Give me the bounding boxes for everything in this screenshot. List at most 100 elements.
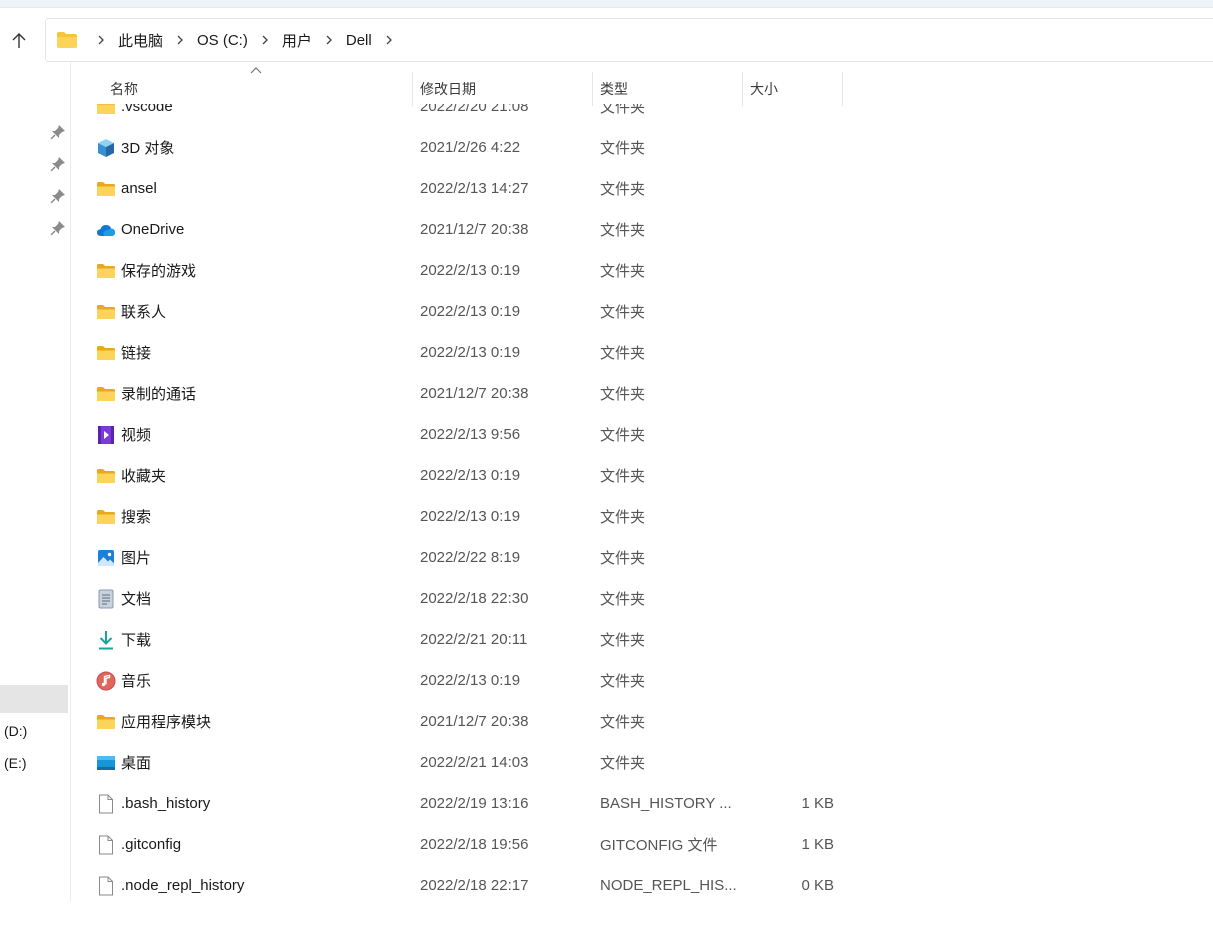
- file-icon: [96, 835, 116, 855]
- file-row[interactable]: 视频 2022/2/13 9:56 文件夹: [72, 414, 872, 455]
- nav-drive-d[interactable]: (D:): [4, 723, 27, 739]
- column-header-size[interactable]: 大小: [750, 72, 778, 106]
- file-row[interactable]: 保存的游戏 2022/2/13 0:19 文件夹: [72, 250, 872, 291]
- file-type: GITCONFIG 文件: [600, 837, 718, 854]
- chevron-right-icon[interactable]: [320, 31, 338, 49]
- file-type: 文件夹: [600, 222, 646, 239]
- file-modified-date: 2022/2/13 0:19: [420, 303, 521, 320]
- file-name: 录制的通话: [121, 386, 197, 403]
- breadcrumb-dell[interactable]: Dell: [342, 32, 376, 49]
- file-modified-date: 2021/12/7 20:38: [420, 713, 529, 730]
- file-modified-date: 2022/2/22 8:19: [420, 549, 521, 566]
- column-header-date[interactable]: 修改日期: [420, 72, 476, 106]
- file-modified-date: 2022/2/13 0:19: [420, 467, 521, 484]
- column-divider[interactable]: [742, 72, 743, 106]
- chevron-right-icon[interactable]: [380, 31, 398, 49]
- chevron-right-icon[interactable]: [256, 31, 274, 49]
- file-name: 文档: [121, 591, 152, 608]
- column-divider[interactable]: [592, 72, 593, 106]
- folder-icon: [57, 32, 77, 48]
- file-name: 搜索: [121, 509, 152, 526]
- column-divider[interactable]: [412, 72, 413, 106]
- navigation-pane: (D:) (E:): [0, 62, 70, 931]
- file-row[interactable]: 链接 2022/2/13 0:19 文件夹: [72, 332, 872, 373]
- pin-icon[interactable]: [50, 220, 66, 236]
- sort-ascending-icon: [250, 67, 262, 74]
- file-name: 音乐: [121, 673, 152, 690]
- folder-icon: [96, 343, 116, 363]
- file-type: 文件夹: [600, 550, 646, 567]
- column-header-name[interactable]: 名称: [110, 72, 138, 106]
- pane-divider: [70, 62, 71, 902]
- file-row[interactable]: 桌面 2022/2/21 14:03 文件夹: [72, 742, 872, 783]
- file-name: ansel: [121, 180, 157, 197]
- column-header-type-label: 类型: [600, 81, 628, 97]
- nav-item-selected[interactable]: [0, 685, 68, 713]
- pin-icon[interactable]: [50, 156, 66, 172]
- address-bar[interactable]: 此电脑 OS (C:) 用户 Dell: [45, 18, 1213, 62]
- file-size: 0 KB: [801, 877, 834, 894]
- file-type: 文件夹: [600, 714, 646, 731]
- file-row[interactable]: 应用程序模块 2021/12/7 20:38 文件夹: [72, 701, 872, 742]
- chevron-right-icon[interactable]: [92, 31, 110, 49]
- breadcrumb-users[interactable]: 用户: [278, 30, 316, 51]
- folder-icon: [96, 712, 116, 732]
- video-icon: [96, 425, 116, 445]
- folder-icon: [96, 466, 116, 486]
- breadcrumb-this-pc[interactable]: 此电脑: [114, 30, 167, 51]
- file-row[interactable]: 联系人 2022/2/13 0:19 文件夹: [72, 291, 872, 332]
- column-header-name-label: 名称: [110, 81, 138, 97]
- file-type: 文件夹: [600, 427, 646, 444]
- file-type: 文件夹: [600, 755, 646, 772]
- file-row[interactable]: 搜索 2022/2/13 0:19 文件夹: [72, 496, 872, 537]
- pictures-icon: [96, 548, 116, 568]
- file-type: 文件夹: [600, 386, 646, 403]
- file-modified-date: 2022/2/18 22:17: [420, 877, 529, 894]
- column-divider[interactable]: [842, 72, 843, 106]
- file-name: 3D 对象: [121, 140, 175, 157]
- file-type: BASH_HISTORY ...: [600, 795, 732, 812]
- file-name: 链接: [121, 345, 152, 362]
- file-row[interactable]: OneDrive 2021/12/7 20:38 文件夹: [72, 209, 872, 250]
- documents-icon: [96, 589, 116, 609]
- folder-icon: [96, 302, 116, 322]
- file-modified-date: 2022/2/13 0:19: [420, 508, 521, 525]
- file-row[interactable]: 音乐 2022/2/13 0:19 文件夹: [72, 660, 872, 701]
- file-name: 下载: [121, 632, 152, 649]
- desktop-icon: [96, 753, 116, 773]
- pin-icon[interactable]: [50, 124, 66, 140]
- file-row[interactable]: 收藏夹 2022/2/13 0:19 文件夹: [72, 455, 872, 496]
- nav-drive-e[interactable]: (E:): [4, 755, 27, 771]
- folder-icon: [96, 261, 116, 281]
- column-header-type[interactable]: 类型: [600, 72, 628, 106]
- file-row[interactable]: .node_repl_history 2022/2/18 22:17 NODE_RE…: [72, 865, 872, 906]
- file-row[interactable]: 图片 2022/2/22 8:19 文件夹: [72, 537, 872, 578]
- file-name: 联系人: [121, 304, 167, 321]
- file-type: 文件夹: [600, 140, 646, 157]
- file-type: 文件夹: [600, 263, 646, 280]
- breadcrumb-drive-c[interactable]: OS (C:): [193, 32, 252, 49]
- file-row[interactable]: .gitconfig 2022/2/18 19:56 GITCONFIG 文件 1 K…: [72, 824, 872, 865]
- file-modified-date: 2022/2/13 0:19: [420, 344, 521, 361]
- pin-icon[interactable]: [50, 188, 66, 204]
- file-type: 文件夹: [600, 345, 646, 362]
- file-modified-date: 2022/2/21 20:11: [420, 631, 528, 648]
- file-name: 保存的游戏: [121, 263, 197, 280]
- file-name: .node_repl_history: [121, 877, 245, 894]
- window-top-strip: [0, 0, 1213, 8]
- up-button[interactable]: [6, 28, 32, 54]
- file-row[interactable]: .bash_history 2022/2/19 13:16 BASH_HISTORY…: [72, 783, 872, 824]
- file-modified-date: 2021/12/7 20:38: [420, 385, 529, 402]
- file-row[interactable]: 下载 2022/2/21 20:11 文件夹: [72, 619, 872, 660]
- file-row[interactable]: 3D 对象 2021/2/26 4:22 文件夹: [72, 127, 872, 168]
- file-modified-date: 2022/2/13 0:19: [420, 262, 521, 279]
- column-header-size-label: 大小: [750, 81, 778, 97]
- chevron-right-icon[interactable]: [171, 31, 189, 49]
- file-name: OneDrive: [121, 221, 185, 238]
- column-header-date-label: 修改日期: [420, 81, 476, 97]
- file-row[interactable]: ansel 2022/2/13 14:27 文件夹: [72, 168, 872, 209]
- file-type: 文件夹: [600, 632, 646, 649]
- file-row[interactable]: 文档 2022/2/18 22:30 文件夹: [72, 578, 872, 619]
- file-row[interactable]: 录制的通话 2021/12/7 20:38 文件夹: [72, 373, 872, 414]
- file-modified-date: 2022/2/18 22:30: [420, 590, 529, 607]
